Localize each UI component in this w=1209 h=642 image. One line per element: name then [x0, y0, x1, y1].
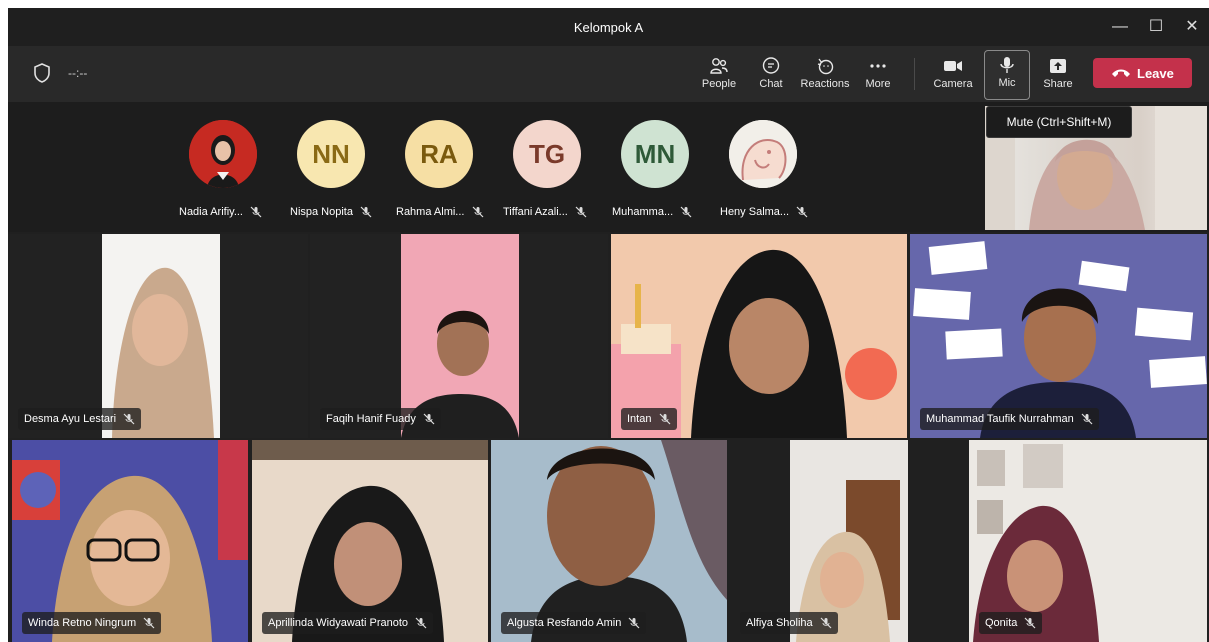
camera-button[interactable]: Camera [928, 52, 978, 98]
video-tile[interactable]: Algusta Resfando Amin [491, 440, 727, 642]
avatar-initials[interactable]: TG [513, 120, 581, 188]
mic-off-icon [575, 206, 587, 218]
participant-name-tag: Qonita [979, 612, 1043, 634]
participant-name: Algusta Resfando Amin [507, 617, 622, 629]
more-label: More [865, 78, 891, 90]
mic-off-icon [820, 617, 832, 629]
maximize-button[interactable]: ☐ [1142, 14, 1170, 40]
camera-icon [944, 61, 962, 71]
mic-off-icon [628, 617, 640, 629]
avatar-name-text: Tiffani Azali... [503, 206, 568, 218]
avatar-name: Muhamma... [612, 206, 692, 218]
share-button[interactable]: Share [1033, 52, 1083, 98]
chat-icon [762, 57, 780, 74]
participant-name-tag: Faqih Hanif Fuady [320, 408, 441, 430]
more-button[interactable]: More [853, 52, 903, 98]
mic-off-icon [680, 206, 692, 218]
avatar-name: Nadia Arifiy... [179, 206, 262, 218]
participant-name-tag: Alfiya Sholiha [740, 612, 838, 634]
reactions-icon [817, 58, 834, 75]
people-label: People [701, 78, 737, 90]
participant-name: Winda Retno Ningrum [28, 617, 137, 629]
video-tile[interactable]: Desma Ayu Lestari [8, 234, 308, 438]
participant-name: Alfiya Sholiha [746, 617, 813, 629]
people-button[interactable]: People [694, 52, 744, 98]
avatar-name-text: Rahma Almi... [396, 206, 465, 218]
avatar-heny[interactable] [729, 120, 797, 188]
hang-up-icon [1112, 69, 1130, 77]
participant-name: Qonita [985, 617, 1018, 629]
participant-name: Intan [627, 413, 652, 425]
mic-off-icon [1025, 617, 1036, 629]
participant-name: Faqih Hanif Fuady [326, 413, 416, 425]
more-icon [870, 64, 886, 68]
meeting-title: Kelompok A [573, 20, 644, 35]
leave-label: Leave [1137, 66, 1174, 81]
video-tile[interactable]: Aprillinda Widyawati Pranoto [252, 440, 488, 642]
participant-name: Muhammad Taufik Nurrahman [926, 413, 1074, 425]
mic-tooltip: Mute (Ctrl+Shift+M) [986, 106, 1132, 138]
video-tile[interactable]: Alfiya Sholiha [730, 440, 966, 642]
chat-button[interactable]: Chat [746, 52, 796, 98]
participant-name: Desma Ayu Lestari [24, 413, 117, 425]
avatar-nadia[interactable] [189, 120, 257, 188]
meeting-window: Kelompok A — ☐ ✕ --:-- People Chat React… [8, 8, 1209, 642]
avatar-initials[interactable]: NN [297, 120, 365, 188]
avatar-name-text: Nispa Nopita [290, 206, 353, 218]
video-tile[interactable]: Muhammad Taufik Nurrahman [910, 234, 1207, 438]
participant-name-tag: Intan [621, 408, 677, 430]
avatar-photo [729, 120, 797, 188]
mic-off-icon [123, 413, 135, 425]
video-tile[interactable]: Intan [611, 234, 907, 438]
meeting-toolbar: --:-- People Chat Reactions More Camera … [8, 46, 1209, 102]
reactions-label: Reactions [800, 78, 850, 90]
video-tile[interactable]: Faqih Hanif Fuady [310, 234, 608, 438]
mic-icon [1000, 57, 1014, 73]
mic-label: Mic [998, 77, 1016, 89]
mic-off-icon [659, 413, 670, 425]
leave-button[interactable]: Leave [1093, 58, 1192, 88]
mic-off-icon [796, 206, 808, 218]
avatar-name-text: Heny Salma... [720, 206, 790, 218]
avatar-photo [189, 120, 257, 188]
share-icon [1050, 59, 1066, 73]
title-bar: Kelompok A — ☐ ✕ [8, 8, 1209, 46]
chat-label: Chat [759, 78, 783, 90]
minimize-button[interactable]: — [1106, 14, 1134, 40]
camera-label: Camera [933, 78, 973, 90]
participant-name-tag: Desma Ayu Lestari [18, 408, 142, 430]
mic-off-icon [143, 617, 155, 629]
avatar-name: Rahma Almi... [396, 206, 484, 218]
mic-off-icon [472, 206, 483, 218]
avatar-name: Tiffani Azali... [503, 206, 587, 218]
mic-off-icon [415, 617, 427, 629]
avatar-initials[interactable]: MN [621, 120, 689, 188]
toolbar-divider [914, 58, 915, 90]
people-icon [710, 58, 728, 74]
mic-off-icon [1081, 413, 1093, 425]
participant-name-tag: Algusta Resfando Amin [501, 612, 647, 634]
avatar-name-text: Muhamma... [612, 206, 674, 218]
meeting-timer: --:-- [68, 66, 88, 80]
participant-name-tag: Muhammad Taufik Nurrahman [920, 408, 1099, 430]
reactions-button[interactable]: Reactions [798, 52, 852, 98]
shield-icon[interactable] [32, 62, 52, 84]
participant-name-tag: Aprillinda Widyawati Pranoto [262, 612, 434, 634]
close-button[interactable]: ✕ [1178, 14, 1206, 40]
mic-off-icon [360, 206, 372, 218]
participant-name: Aprillinda Widyawati Pranoto [268, 617, 409, 629]
avatar-initials[interactable]: RA [405, 120, 473, 188]
video-tile[interactable]: Winda Retno Ningrum [12, 440, 248, 642]
mic-button[interactable]: Mic [984, 50, 1030, 100]
participant-name-tag: Winda Retno Ningrum [22, 612, 162, 634]
mic-off-icon [250, 206, 262, 218]
share-label: Share [1043, 78, 1073, 90]
video-tile[interactable]: Qonita [969, 440, 1207, 642]
avatar-name: Heny Salma... [720, 206, 808, 218]
avatar-name-text: Nadia Arifiy... [179, 206, 243, 218]
avatar-name: Nispa Nopita [290, 206, 372, 218]
mic-off-icon [423, 413, 435, 425]
